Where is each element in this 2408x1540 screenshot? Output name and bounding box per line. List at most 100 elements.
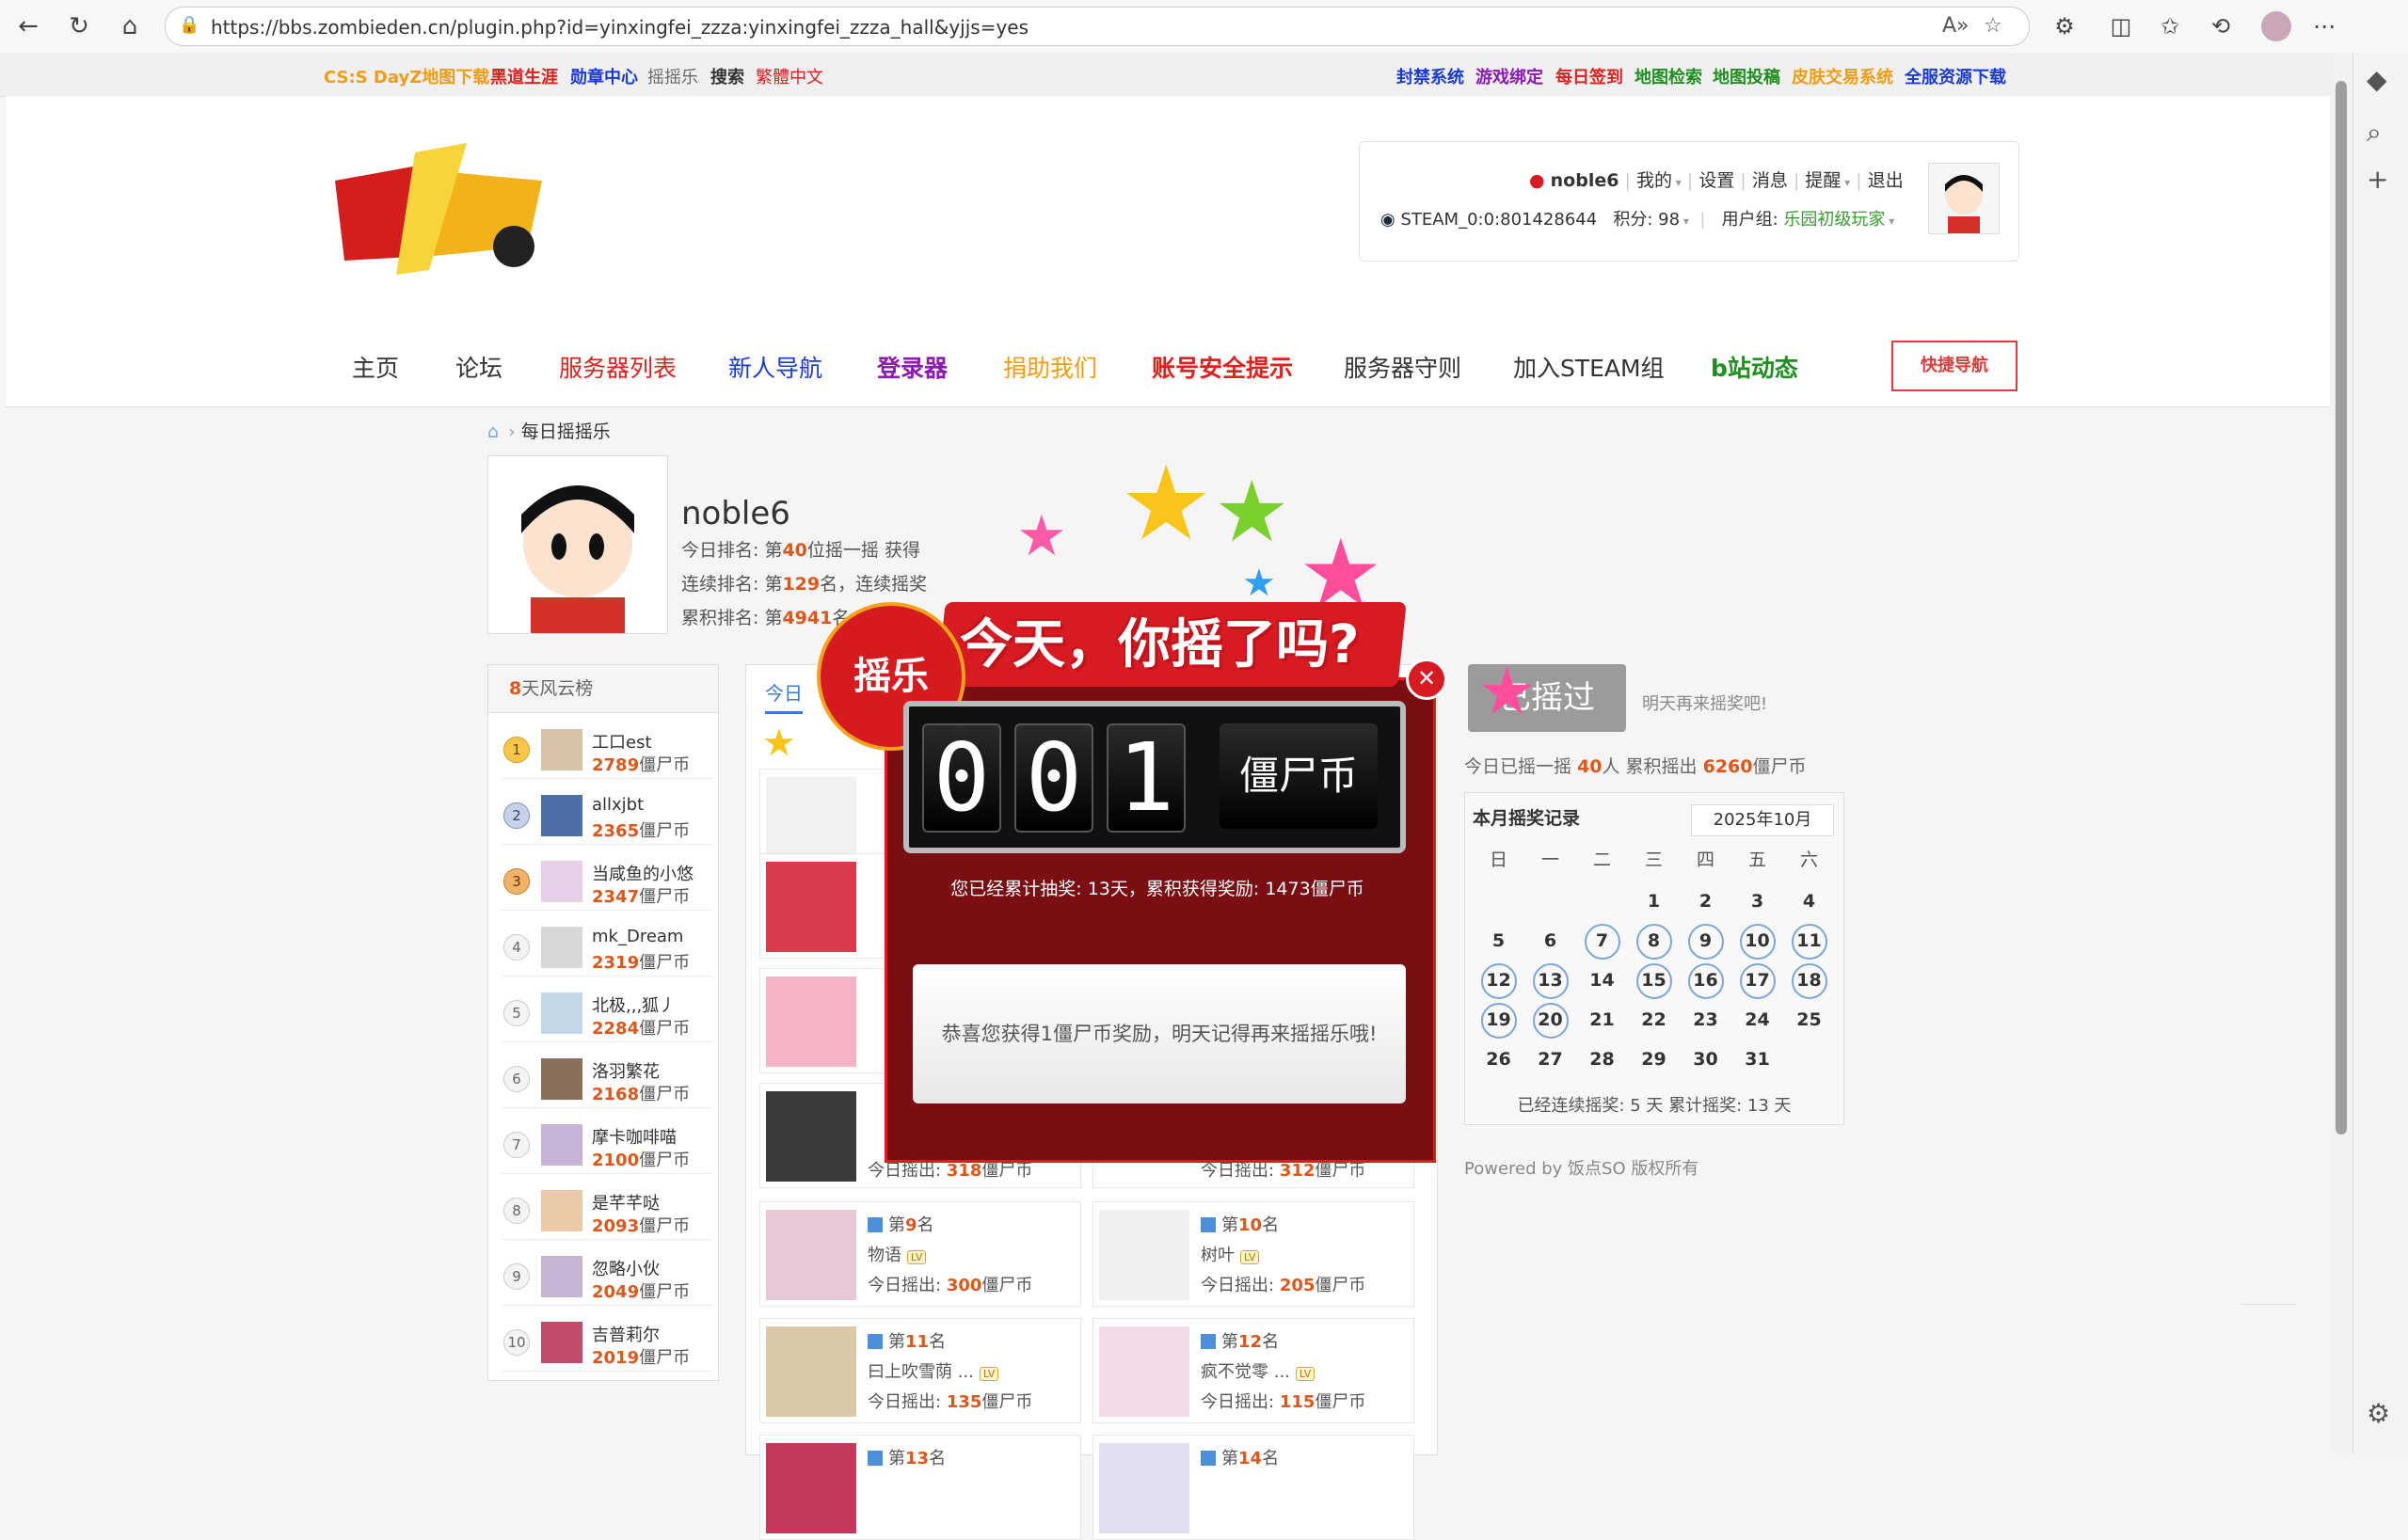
nav-account-security[interactable]: 账号安全提示 — [1152, 350, 1293, 384]
home-icon[interactable]: ⌂ — [113, 9, 147, 43]
split-screen-icon[interactable]: ◫ — [2106, 11, 2136, 41]
ranking-avatar[interactable] — [541, 1256, 582, 1297]
ranking-username[interactable]: 北极,,,狐丿 — [592, 992, 676, 1017]
card-avatar[interactable] — [1099, 1326, 1189, 1417]
nav-server-list[interactable]: 服务器列表 — [559, 350, 677, 384]
ranking-row[interactable]: 8 是芊芊哒 2093僵尸币 — [502, 1181, 712, 1240]
settings-gear-icon[interactable]: ⚙ — [2367, 1398, 2390, 1429]
ranking-card[interactable]: 第10名 树叶 LV 今日摇出: 205僵尸币 — [1092, 1201, 1414, 1307]
ranking-avatar[interactable] — [541, 1322, 582, 1363]
card-username[interactable]: 疯不觉零 ... LV — [1201, 1358, 1316, 1383]
ranking-username[interactable]: 忽略小伙 — [592, 1256, 660, 1280]
ranking-username[interactable]: mk_Dream — [592, 927, 683, 946]
card-avatar[interactable] — [766, 1210, 856, 1300]
group-value[interactable]: 乐园初级玩家 — [1783, 210, 1885, 230]
ranking-username[interactable]: 吉普莉尔 — [592, 1322, 660, 1346]
card-username[interactable]: 树叶 LV — [1201, 1242, 1260, 1266]
copilot-icon[interactable]: ◆ — [2367, 64, 2387, 95]
ranking-card[interactable]: 第12名 疯不觉零 ... LV 今日摇出: 115僵尸币 — [1092, 1318, 1414, 1423]
points-link[interactable]: 积分: 98 — [1613, 210, 1680, 230]
user-avatar[interactable] — [1928, 163, 2000, 234]
card-avatar[interactable] — [766, 1443, 856, 1533]
ranking-avatar[interactable] — [541, 927, 582, 968]
ranking-username[interactable]: 是芊芊哒 — [592, 1190, 660, 1215]
nav-home[interactable]: 主页 — [352, 350, 399, 384]
ranking-card[interactable]: 第14名 — [1092, 1435, 1414, 1540]
ranking-row[interactable]: 7 摩卡咖啡喵 2100僵尸币 — [502, 1115, 712, 1174]
toplink-4[interactable]: 搜索 — [710, 64, 744, 88]
menu-messages[interactable]: 消息 — [1752, 170, 1788, 191]
quick-nav-button[interactable]: 快捷导航 — [1891, 341, 2017, 391]
add-icon[interactable]: + — [2367, 164, 2388, 195]
card-username[interactable]: 物语 LV — [868, 1242, 927, 1266]
tab-today[interactable]: 今日 — [765, 678, 803, 714]
favorite-star-icon[interactable]: ☆ — [1984, 14, 2002, 38]
search-icon[interactable]: ⌕ — [2367, 117, 2382, 149]
nav-launcher[interactable]: 登录器 — [877, 350, 948, 384]
toplink-3[interactable]: 摇摇乐 — [647, 64, 698, 88]
card-avatar[interactable] — [1099, 1210, 1189, 1300]
toplink-2[interactable]: 勋章中心 — [570, 64, 638, 88]
ranking-avatar[interactable] — [541, 861, 582, 902]
menu-settings[interactable]: 设置 — [1698, 170, 1734, 191]
toplink-8[interactable]: 每日签到 — [1555, 64, 1623, 88]
card-username[interactable]: 曰上吹雪荫 ... LV — [868, 1358, 999, 1383]
nav-bilibili[interactable]: b站动态 — [1711, 350, 1798, 384]
card-avatar[interactable] — [766, 1326, 856, 1417]
ranking-avatar[interactable] — [541, 1058, 582, 1100]
page-scrollbar[interactable] — [2330, 53, 2352, 1453]
calendar-month-select[interactable]: 2025年10月 — [1691, 804, 1834, 836]
card-avatar[interactable] — [766, 1091, 856, 1182]
nav-server-rules[interactable]: 服务器守则 — [1344, 350, 1461, 384]
scrollbar-thumb[interactable] — [2336, 81, 2347, 1135]
ranking-row[interactable]: 1 工口est 2789僵尸币 — [502, 720, 712, 779]
ranking-row[interactable]: 2 allxjbt 2365僵尸币 — [502, 786, 712, 845]
close-icon[interactable]: ✕ — [1406, 659, 1447, 700]
breadcrumb-current[interactable]: 每日摇摇乐 — [521, 421, 611, 442]
ranking-row[interactable]: 9 忽略小伙 2049僵尸币 — [502, 1246, 712, 1306]
card-avatar[interactable] — [766, 862, 856, 952]
toplink-1[interactable]: 黑道生涯 — [490, 64, 558, 88]
back-icon[interactable]: ← — [11, 9, 45, 43]
nav-newbie-guide[interactable]: 新人导航 — [728, 350, 822, 384]
ranking-username[interactable]: allxjbt — [592, 795, 644, 815]
ranking-username[interactable]: 工口est — [592, 729, 652, 754]
toplink-11[interactable]: 皮肤交易系统 — [1792, 64, 1893, 88]
ranking-card[interactable]: 第9名 物语 LV 今日摇出: 300僵尸币 — [759, 1201, 1081, 1307]
reload-icon[interactable]: ↻ — [62, 9, 96, 43]
toplink-12[interactable]: 全服资源下载 — [1905, 64, 2006, 88]
toplink-6[interactable]: 封禁系统 — [1396, 64, 1464, 88]
extensions-icon[interactable]: ⚙ — [2049, 11, 2080, 41]
toplink-10[interactable]: 地图投稿 — [1713, 64, 1780, 88]
nav-join-steam[interactable]: 加入STEAM组 — [1513, 350, 1665, 384]
home-icon[interactable]: ⌂ — [487, 421, 499, 442]
read-aloud-icon[interactable]: A» — [1942, 14, 1969, 38]
ranking-card[interactable]: 第13名 — [759, 1435, 1081, 1540]
ranking-row[interactable]: 3 当咸鱼的小悠 2347僵尸币 — [502, 851, 712, 911]
ranking-avatar[interactable] — [541, 1190, 582, 1231]
ranking-row[interactable]: 5 北极,,,狐丿 2284僵尸币 — [502, 983, 712, 1042]
ranking-avatar[interactable] — [541, 1124, 582, 1166]
toplink-7[interactable]: 游戏绑定 — [1475, 64, 1543, 88]
history-icon[interactable]: ⟲ — [2206, 11, 2236, 41]
more-icon[interactable]: ⋯ — [2309, 11, 2339, 41]
address-bar[interactable]: 🔒 https://bbs.zombieden.cn/plugin.php?id… — [165, 7, 2030, 46]
ranking-avatar[interactable] — [541, 729, 582, 770]
ranking-card[interactable]: 第11名 曰上吹雪荫 ... LV 今日摇出: 135僵尸币 — [759, 1318, 1081, 1423]
toplink-0[interactable]: CS:S DayZ地图下载 — [324, 64, 489, 88]
toplink-5[interactable]: 繁體中文 — [756, 64, 823, 88]
ranking-row[interactable]: 4 mk_Dream 2319僵尸币 — [502, 917, 712, 976]
toplink-9[interactable]: 地图检索 — [1635, 64, 1702, 88]
profile-avatar[interactable] — [487, 455, 668, 634]
menu-mine[interactable]: 我的 — [1636, 170, 1672, 191]
ranking-avatar[interactable] — [541, 992, 582, 1034]
card-avatar[interactable] — [1099, 1443, 1189, 1533]
username-link[interactable]: noble6 — [1551, 170, 1619, 191]
card-avatar[interactable] — [766, 976, 856, 1067]
ranking-row[interactable]: 6 洛羽繁花 2168僵尸币 — [502, 1049, 712, 1108]
nav-forum[interactable]: 论坛 — [455, 350, 502, 384]
favorites-icon[interactable]: ✩ — [2155, 11, 2185, 41]
menu-remind[interactable]: 提醒 — [1805, 170, 1841, 191]
ranking-avatar[interactable] — [541, 795, 582, 836]
ranking-row[interactable]: 10 吉普莉尔 2019僵尸币 — [502, 1312, 712, 1372]
